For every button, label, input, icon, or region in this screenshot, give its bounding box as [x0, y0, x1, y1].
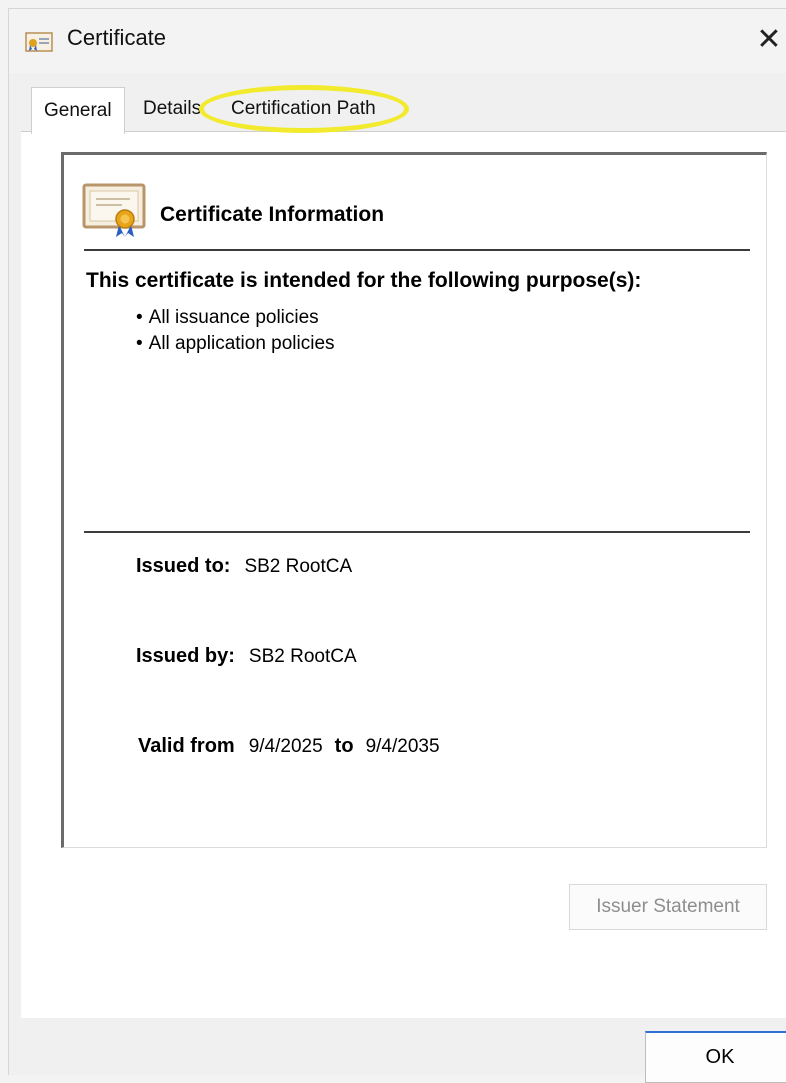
divider [84, 249, 750, 251]
issuer-statement-button[interactable]: Issuer Statement [569, 884, 767, 930]
issued-to-row: Issued to: SB2 RootCA [136, 555, 352, 578]
tab-details[interactable]: Details [143, 87, 213, 131]
valid-to-label: to [334, 735, 354, 757]
valid-from-label: Valid from [138, 735, 235, 757]
list-item: All issuance policies [136, 305, 335, 331]
issued-to-label: Issued to: [136, 555, 231, 577]
ok-button[interactable]: OK [645, 1031, 786, 1083]
issued-by-row: Issued by: SB2 RootCA [136, 645, 357, 668]
tab-strip: General Details Certification Path [21, 87, 786, 134]
valid-from-value: 9/4/2025 [248, 736, 323, 757]
general-tab-page: Certificate Information This certificate… [21, 131, 786, 1018]
list-item: All application policies [136, 331, 335, 357]
issued-by-value: SB2 RootCA [248, 646, 357, 667]
validity-row: Valid from 9/4/2025 to 9/4/2035 [138, 735, 452, 758]
certificate-dialog: Certificate ✕ General Details Certificat… [8, 8, 786, 1083]
tab-certification-path[interactable]: Certification Path [231, 87, 376, 131]
issued-to-value: SB2 RootCA [244, 556, 353, 577]
close-button[interactable]: ✕ [751, 19, 786, 59]
certificate-large-icon [82, 183, 146, 237]
divider [84, 531, 750, 533]
certificate-info-panel: Certificate Information This certificate… [61, 152, 767, 848]
info-heading: Certificate Information [160, 203, 385, 226]
purpose-heading: This certificate is intended for the fol… [86, 269, 642, 292]
purpose-list: All issuance policies All application po… [136, 305, 335, 357]
issued-by-label: Issued by: [136, 645, 235, 667]
valid-to-value: 9/4/2035 [365, 736, 440, 757]
certificate-icon [25, 32, 53, 52]
window-title: Certificate [67, 25, 167, 50]
tab-general[interactable]: General [31, 87, 125, 134]
title-bar: Certificate ✕ [9, 9, 786, 73]
close-icon: ✕ [756, 22, 782, 56]
